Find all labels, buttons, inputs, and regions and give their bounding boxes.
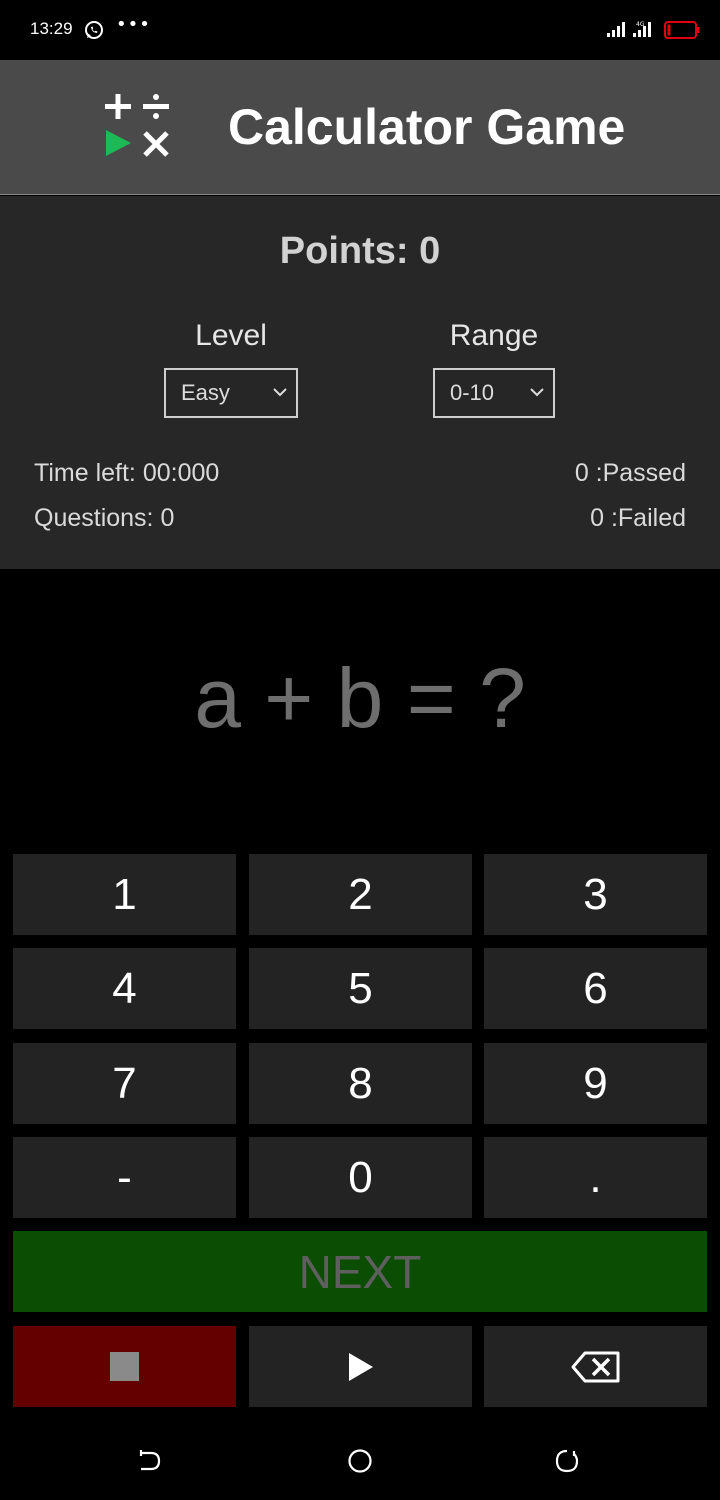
key-6[interactable]: 6 bbox=[484, 948, 707, 1029]
key-decimal[interactable]: . bbox=[484, 1137, 707, 1218]
level-select[interactable]: Easy bbox=[164, 368, 298, 418]
app-header: Calculator Game bbox=[0, 60, 720, 195]
key-5[interactable]: 5 bbox=[249, 948, 472, 1029]
key-4[interactable]: 4 bbox=[13, 948, 236, 1029]
home-nav-icon[interactable] bbox=[347, 1448, 373, 1474]
back-nav-icon[interactable] bbox=[137, 1448, 163, 1474]
backspace-icon bbox=[571, 1351, 619, 1382]
stop-icon bbox=[110, 1352, 139, 1381]
time-left: Time left: 00:000 bbox=[34, 459, 220, 487]
key-1[interactable]: 1 bbox=[13, 854, 236, 935]
key-9[interactable]: 9 bbox=[484, 1043, 707, 1124]
equation-display: a + b = ? bbox=[194, 651, 526, 745]
key-8[interactable]: 8 bbox=[249, 1043, 472, 1124]
points-display: Points: 0 bbox=[279, 230, 441, 272]
play-button[interactable] bbox=[249, 1326, 472, 1407]
score-panel: Points: 0 Level Easy Range 0-10 Time lef… bbox=[0, 196, 720, 569]
range-label: Range bbox=[449, 319, 539, 352]
backspace-button[interactable] bbox=[484, 1326, 707, 1407]
chevron-down-icon bbox=[530, 388, 544, 397]
key-7[interactable]: 7 bbox=[13, 1043, 236, 1124]
signal-strength-icon bbox=[607, 22, 625, 37]
whatsapp-icon bbox=[85, 21, 103, 39]
system-nav-bar bbox=[0, 1420, 720, 1500]
next-button[interactable]: NEXT bbox=[13, 1231, 707, 1312]
range-select-value: 0-10 bbox=[450, 380, 495, 405]
signal-4g-icon: 4G bbox=[633, 21, 651, 37]
failed-count: 0 :Failed bbox=[590, 504, 686, 532]
key-0[interactable]: 0 bbox=[249, 1137, 472, 1218]
play-icon bbox=[348, 1352, 373, 1381]
status-time: 13:29 bbox=[30, 19, 73, 38]
app-title: Calculator Game bbox=[228, 99, 626, 155]
status-bar: 13:29 ••• 4G bbox=[0, 0, 720, 60]
key-minus[interactable]: - bbox=[13, 1137, 236, 1218]
questions-count: Questions: 0 bbox=[34, 504, 175, 532]
more-notifications-icon: ••• bbox=[116, 14, 151, 35]
key-2[interactable]: 2 bbox=[249, 854, 472, 935]
chevron-down-icon bbox=[273, 388, 287, 397]
level-select-value: Easy bbox=[181, 380, 230, 405]
math-operations-play-logo bbox=[105, 94, 169, 157]
range-select[interactable]: 0-10 bbox=[433, 368, 555, 418]
svg-text:4G: 4G bbox=[636, 21, 645, 28]
battery-low-icon bbox=[664, 21, 700, 39]
stop-button[interactable] bbox=[13, 1326, 236, 1407]
key-3[interactable]: 3 bbox=[484, 854, 707, 935]
passed-count: 0 :Passed bbox=[574, 459, 686, 487]
recents-nav-icon[interactable] bbox=[554, 1448, 580, 1474]
level-label: Level bbox=[195, 319, 267, 352]
